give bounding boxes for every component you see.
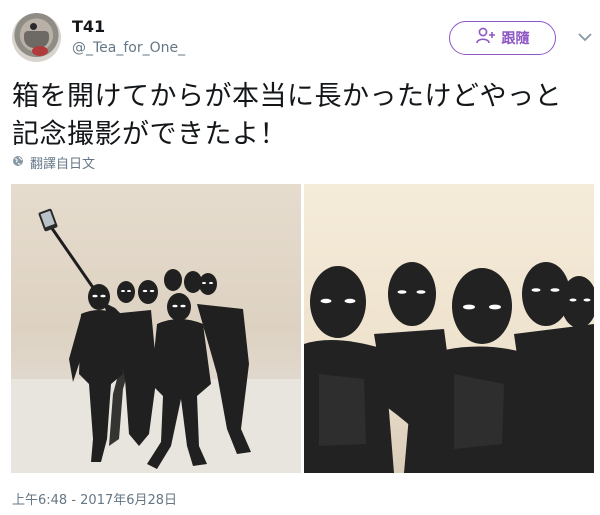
user-handle[interactable]: @_Tea_for_One_ <box>72 40 185 56</box>
add-user-icon <box>475 27 496 49</box>
avatar-detail <box>30 23 37 30</box>
avatar-detail <box>32 46 48 56</box>
globe-icon <box>12 155 24 171</box>
chevron-down-icon[interactable] <box>576 28 594 46</box>
tweet-text: 箱を開けてからが本当に長かったけどやっと 記念撮影ができたよ！ <box>12 78 597 154</box>
tweet-timestamp[interactable]: 上午6:48 - 2017年6月28日 <box>12 489 177 508</box>
follow-button[interactable]: 跟隨 <box>449 21 556 55</box>
figures-selfie-photo[interactable] <box>11 184 301 473</box>
tweet-text-line: 箱を開けてからが本当に長かったけどやっと <box>12 81 562 112</box>
translate-link[interactable]: 翻譯自日文 <box>12 153 95 172</box>
figures-closeup-photo[interactable] <box>304 184 594 473</box>
display-name[interactable]: T41 <box>72 17 105 36</box>
tweet-text-line: 記念撮影ができたよ！ <box>12 119 287 150</box>
follow-label: 跟隨 <box>501 31 530 47</box>
avatar[interactable] <box>12 13 61 62</box>
translate-label: 翻譯自日文 <box>30 157 96 172</box>
